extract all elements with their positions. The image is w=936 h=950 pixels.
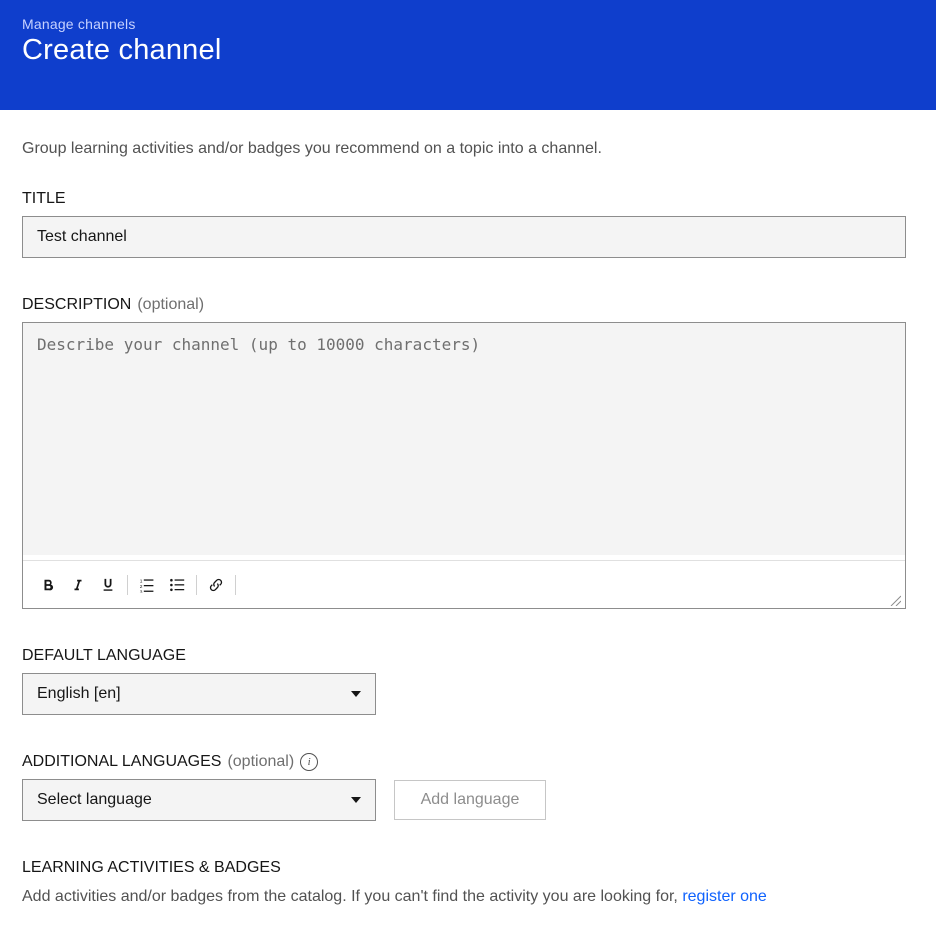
title-section: TITLE (22, 190, 914, 258)
toolbar-divider (235, 575, 236, 595)
additional-languages-optional: (optional) (227, 753, 294, 771)
toolbar-divider (127, 575, 128, 595)
toolbar-divider (196, 575, 197, 595)
bold-icon (41, 578, 55, 592)
description-section: DESCRIPTION (optional) 123 (22, 296, 914, 609)
resize-handle-icon[interactable] (889, 594, 901, 606)
description-label-text: DESCRIPTION (22, 296, 131, 314)
additional-language-select[interactable]: Select language (22, 779, 376, 821)
info-icon[interactable]: i (300, 753, 318, 771)
add-language-button[interactable]: Add language (394, 780, 546, 820)
activities-text-prefix: Add activities and/or badges from the ca… (22, 888, 682, 905)
unordered-list-button[interactable] (162, 570, 192, 600)
editor-toolbar: 123 (23, 560, 905, 608)
intro-text: Group learning activities and/or badges … (22, 140, 914, 158)
additional-language-value: Select language (37, 791, 152, 809)
description-editor: 123 (22, 322, 906, 609)
breadcrumb[interactable]: Manage channels (22, 16, 914, 32)
title-label: TITLE (22, 190, 914, 208)
default-language-value: English [en] (37, 685, 121, 703)
activities-section: LEARNING ACTIVITIES & BADGES Add activit… (22, 859, 914, 909)
underline-button[interactable] (93, 570, 123, 600)
page-header: Manage channels Create channel (0, 0, 936, 110)
additional-languages-label: ADDITIONAL LANGUAGES (optional) i (22, 753, 914, 771)
svg-text:1: 1 (140, 578, 143, 584)
link-button[interactable] (201, 570, 231, 600)
description-textarea[interactable] (23, 323, 905, 555)
link-icon (208, 577, 224, 593)
activities-help-text: Add activities and/or badges from the ca… (22, 885, 914, 909)
italic-button[interactable] (63, 570, 93, 600)
default-language-select[interactable]: English [en] (22, 673, 376, 715)
page-title: Create channel (22, 34, 914, 67)
bold-button[interactable] (33, 570, 63, 600)
description-label: DESCRIPTION (optional) (22, 296, 914, 314)
additional-languages-label-text: ADDITIONAL LANGUAGES (22, 753, 221, 771)
italic-icon (71, 578, 85, 592)
additional-languages-section: ADDITIONAL LANGUAGES (optional) i Select… (22, 753, 914, 821)
default-language-section: DEFAULT LANGUAGE English [en] (22, 647, 914, 715)
chevron-down-icon (351, 797, 361, 803)
title-input[interactable] (22, 216, 906, 258)
chevron-down-icon (351, 691, 361, 697)
activities-label: LEARNING ACTIVITIES & BADGES (22, 859, 914, 877)
register-one-link[interactable]: register one (682, 888, 767, 905)
default-language-label: DEFAULT LANGUAGE (22, 647, 914, 665)
svg-text:3: 3 (140, 589, 143, 593)
ordered-list-button[interactable]: 123 (132, 570, 162, 600)
unordered-list-icon (169, 577, 185, 593)
description-optional: (optional) (137, 296, 204, 314)
svg-text:2: 2 (140, 584, 143, 590)
underline-icon (101, 577, 115, 593)
ordered-list-icon: 123 (139, 577, 155, 593)
